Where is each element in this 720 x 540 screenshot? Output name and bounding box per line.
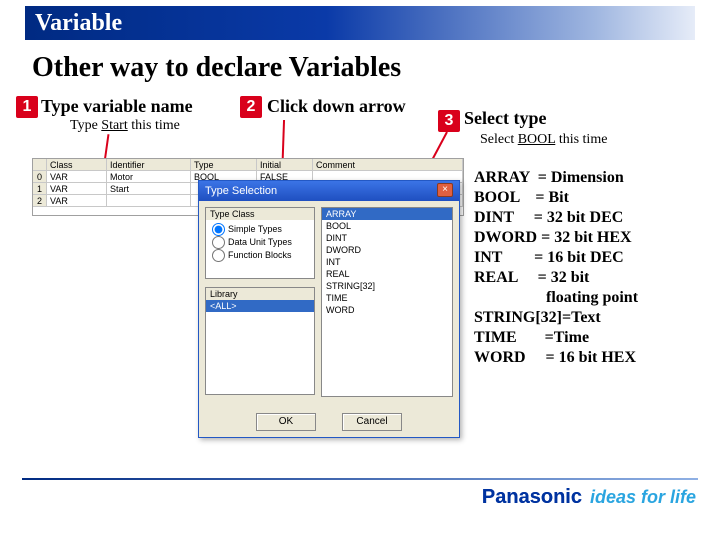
ladder-row: 1 R901C (33, 233, 196, 283)
dialog-titlebar[interactable]: Type Selection × (199, 181, 459, 201)
cell-identifier[interactable]: Motor (107, 171, 191, 182)
radio-simple-types[interactable]: Simple Types (208, 223, 312, 236)
type-legend-row: TIME =Time (474, 328, 638, 348)
radio-label: Data Unit Types (228, 237, 292, 247)
type-class-group: Type Class Simple Types Data Unit Types … (205, 207, 315, 279)
ok-button[interactable]: OK (256, 413, 316, 431)
type-legend-row: BOOL = Bit (474, 188, 638, 208)
footer-logo: Panasonic ideas for life (482, 486, 696, 509)
footer-divider (22, 478, 698, 480)
cancel-button[interactable]: Cancel (342, 413, 402, 431)
step1-sub-post: this time (128, 118, 180, 133)
cell-class[interactable]: VAR (47, 171, 107, 182)
cell-identifier[interactable] (107, 195, 191, 206)
type-legend-row: floating point (474, 288, 638, 308)
type-legend-row: INT = 16 bit DEC (474, 248, 638, 268)
step3-sub-post: this time (555, 132, 607, 147)
close-icon[interactable]: × (437, 183, 453, 197)
cell-class[interactable]: VAR (47, 195, 107, 206)
cell-class[interactable]: VAR (47, 183, 107, 194)
type-legend-row: WORD = 16 bit HEX (474, 348, 638, 368)
ladder-row: 2 Start (33, 283, 196, 333)
type-legend-row: DWORD = 32 bit HEX (474, 228, 638, 248)
list-item[interactable]: REAL (322, 268, 452, 280)
group-title: Type Class (206, 208, 314, 220)
contact-symbol: Start (93, 297, 112, 321)
list-item[interactable]: ARRAY (322, 208, 452, 220)
contact-symbol: R901C (93, 247, 121, 271)
row-num: 1 (33, 183, 47, 194)
title-bar: Variable (25, 6, 695, 40)
type-legend-row: DINT = 32 bit DEC (474, 208, 638, 228)
step-badge-1: 1 (16, 96, 38, 118)
brand-logo: Panasonic (482, 486, 582, 509)
library-label: Library (206, 288, 314, 300)
type-legend-row: REAL = 32 bit (474, 268, 638, 288)
step3-subtext: Select BOOL this time (480, 132, 607, 148)
type-legend-row: ARRAY = Dimension (474, 168, 638, 188)
step1-sub-pre: Type (70, 118, 101, 133)
type-list-box[interactable]: ARRAY BOOL DINT DWORD INT REAL STRING[32… (321, 207, 453, 397)
contact-label: R901C (93, 247, 121, 257)
brand-slogan: ideas for life (590, 487, 696, 508)
col-identifier: Identifier (107, 159, 191, 170)
radio-label: Simple Types (228, 224, 282, 234)
rung-num: 1 (35, 235, 41, 246)
step-badge-3: 3 (438, 110, 460, 132)
step1-sub-underline: Start (101, 118, 127, 133)
rung-num: 3 (35, 335, 41, 346)
library-list[interactable]: Library <ALL> (205, 287, 315, 395)
slide-subtitle: Other way to declare Variables (32, 52, 401, 84)
type-legend: ARRAY = Dimension BOOL = Bit DINT = 32 b… (474, 168, 638, 368)
radio-dut[interactable]: Data Unit Types (208, 236, 312, 249)
variable-grid-header: Class Identifier Type Initial Comment (33, 159, 463, 171)
step3-sub-pre: Select (480, 132, 518, 147)
col-class: Class (47, 159, 107, 170)
rung-line (47, 311, 192, 312)
ladder-preview: 1 R901C 2 Start 3 (32, 232, 197, 432)
col-comment: Comment (313, 159, 463, 170)
contact-label: Start (93, 297, 112, 307)
list-item[interactable]: BOOL (322, 220, 452, 232)
list-item[interactable]: STRING[32] (322, 280, 452, 292)
rung-num: 2 (35, 285, 41, 296)
col-initial: Initial (257, 159, 313, 170)
library-item[interactable]: <ALL> (206, 300, 314, 312)
list-item[interactable]: WORD (322, 304, 452, 316)
step3-label: Select type (464, 108, 546, 129)
step1-label: Type variable name (41, 96, 193, 117)
row-num: 0 (33, 171, 47, 182)
rung-line (47, 361, 192, 362)
col-blank (33, 159, 47, 170)
type-selection-dialog: Type Selection × Type Class Simple Types… (198, 180, 460, 438)
list-item[interactable]: INT (322, 256, 452, 268)
radio-label: Function Blocks (228, 250, 292, 260)
step1-subtext: Type Start this time (70, 118, 180, 134)
row-num: 2 (33, 195, 47, 206)
step2-label: Click down arrow (267, 96, 406, 117)
dialog-title: Type Selection (205, 181, 277, 201)
col-type: Type (191, 159, 257, 170)
type-legend-row: STRING[32]=Text (474, 308, 638, 328)
rung-line (47, 261, 192, 262)
list-item[interactable]: TIME (322, 292, 452, 304)
step-badge-2: 2 (240, 96, 262, 118)
step3-sub-underline: BOOL (518, 132, 556, 147)
radio-fb[interactable]: Function Blocks (208, 249, 312, 262)
list-item[interactable]: DWORD (322, 244, 452, 256)
cell-identifier[interactable]: Start (107, 183, 191, 194)
list-item[interactable]: DINT (322, 232, 452, 244)
ladder-row: 3 (33, 333, 196, 383)
